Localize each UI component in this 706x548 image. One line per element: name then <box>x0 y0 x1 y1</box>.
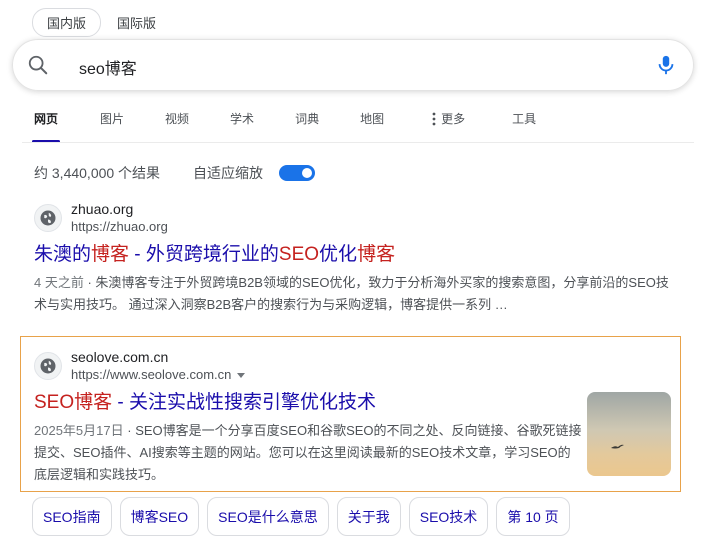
result-site-row[interactable]: seolove.com.cn https://www.seolove.com.c… <box>34 348 582 384</box>
tab-maps[interactable]: 地图 <box>360 110 384 134</box>
title-highlight: SEO博客 <box>34 392 113 413</box>
related-chip[interactable]: SEO技术 <box>408 497 489 536</box>
region-domestic-button[interactable]: 国内版 <box>32 8 102 37</box>
result-count: 约 3,440,000 个结果 <box>34 165 161 181</box>
site-meta: seolove.com.cn https://www.seolove.com.c… <box>71 348 246 384</box>
tab-tools[interactable]: 工具 <box>512 110 536 134</box>
tab-videos[interactable]: 视频 <box>165 110 189 134</box>
search-result: seolove.com.cn https://www.seolove.com.c… <box>34 348 582 486</box>
adaptive-zoom-toggle[interactable] <box>279 165 315 181</box>
tab-dictionary[interactable]: 词典 <box>295 110 319 134</box>
region-international-link[interactable]: 国际版 <box>113 9 160 36</box>
toggle-knob <box>302 168 312 178</box>
site-name: zhuao.org <box>71 201 134 217</box>
result-date: 2025年5月17日 <box>34 423 124 438</box>
date-separator: · <box>123 423 136 438</box>
site-url: https://zhuao.org <box>71 218 168 236</box>
more-vertical-icon <box>432 112 436 126</box>
globe-icon <box>34 352 62 380</box>
region-toggle: 国内版 国际版 <box>32 8 160 37</box>
tab-more-label: 更多 <box>441 112 466 126</box>
related-chip[interactable]: SEO是什么意思 <box>207 497 329 536</box>
result-site-row[interactable]: zhuao.org https://zhuao.org <box>34 200 674 236</box>
adaptive-zoom-label: 自适应缩放 <box>193 165 263 181</box>
page-10-chip[interactable]: 第 10 页 <box>496 497 570 536</box>
site-name: seolove.com.cn <box>71 349 169 365</box>
related-chips: SEO指南 博客SEO SEO是什么意思 关于我 SEO技术 第 10 页 <box>32 497 570 536</box>
result-title-link[interactable]: SEO博客 - 关注实战性搜索引擎优化技术 <box>34 390 582 416</box>
bird-icon <box>611 444 624 449</box>
title-highlight: SEO <box>278 244 320 265</box>
site-url-text: https://zhuao.org <box>71 219 168 234</box>
title-highlight: 博客 <box>357 244 396 265</box>
tab-tools-label: 工具 <box>512 112 537 126</box>
result-date: 4 天之前 <box>34 275 84 290</box>
tab-more[interactable]: 更多 <box>432 110 465 134</box>
title-part: - 外贸跨境行业的 <box>129 244 279 265</box>
snippet-text: 朱澳博客专注于外贸跨境B2B领域的SEO优化，致力于分析海外买家的搜索意图，分享… <box>34 275 669 312</box>
related-chip[interactable]: 关于我 <box>336 497 401 536</box>
tab-images[interactable]: 图片 <box>100 110 124 134</box>
title-highlight: 博客 <box>91 244 130 265</box>
search-result: zhuao.org https://zhuao.org 朱澳的博客 - 外贸跨境… <box>34 200 674 316</box>
tab-academic-label: 学术 <box>230 112 255 126</box>
featured-result-box: seolove.com.cn https://www.seolove.com.c… <box>20 336 681 492</box>
search-input[interactable]: seo博客 <box>79 55 137 79</box>
tab-academic[interactable]: 学术 <box>230 110 254 134</box>
tab-web-label: 网页 <box>34 112 59 126</box>
site-url: https://www.seolove.com.cn <box>71 366 246 384</box>
site-url-text: https://www.seolove.com.cn <box>71 367 232 382</box>
tabs-divider <box>22 142 694 143</box>
related-chip[interactable]: SEO指南 <box>32 497 112 536</box>
title-part: - 关注实战性搜索引擎优化技术 <box>112 392 377 413</box>
globe-icon <box>34 204 62 232</box>
site-meta: zhuao.org https://zhuao.org <box>71 200 168 236</box>
tab-maps-label: 地图 <box>360 112 385 126</box>
result-thumbnail[interactable] <box>587 392 671 476</box>
search-tabs: 网页 图片 视频 学术 词典 地图 更多 工具 <box>31 110 536 143</box>
tab-dictionary-label: 词典 <box>295 112 320 126</box>
date-separator: · <box>83 275 96 290</box>
tab-images-label: 图片 <box>100 112 125 126</box>
title-part: 朱澳的 <box>34 244 92 265</box>
tab-videos-label: 视频 <box>165 112 190 126</box>
tab-web[interactable]: 网页 <box>31 110 61 143</box>
title-part: 优化 <box>319 244 358 265</box>
result-snippet: 4 天之前 · 朱澳博客专注于外贸跨境B2B领域的SEO优化，致力于分析海外买家… <box>34 272 674 316</box>
search-box[interactable]: seo博客 <box>12 39 694 91</box>
caret-down-icon[interactable] <box>237 372 246 378</box>
related-chip[interactable]: 博客SEO <box>119 497 200 536</box>
result-snippet: 2025年5月17日 · SEO博客是一个分享百度SEO和谷歌SEO的不同之处、… <box>34 420 582 486</box>
result-title-link[interactable]: 朱澳的博客 - 外贸跨境行业的SEO优化博客 <box>34 242 674 268</box>
microphone-icon[interactable] <box>655 53 677 77</box>
search-icon[interactable] <box>27 54 49 76</box>
